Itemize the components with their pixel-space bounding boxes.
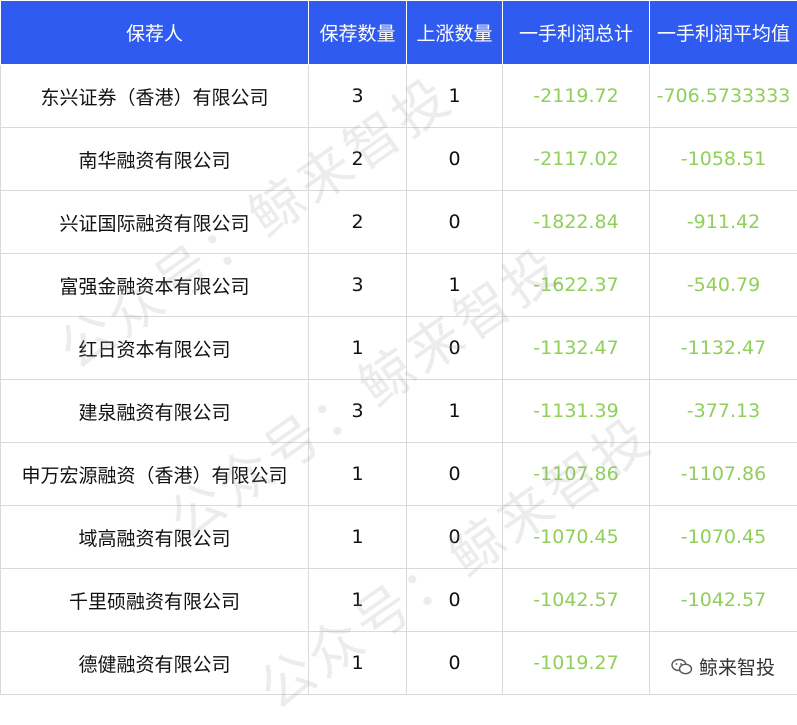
cell-profit-average: -540.79 <box>650 254 797 317</box>
table-row: 南华融资有限公司 2 0 -2117.02 -1058.51 <box>1 128 797 191</box>
header-rise-count: 上涨数量 <box>407 1 503 65</box>
cell-profit-average: -1070.45 <box>650 506 797 569</box>
logo-text: 鲸来智投 <box>699 653 775 680</box>
cell-rise: 0 <box>407 569 503 632</box>
cell-profit-average: -1058.51 <box>650 128 797 191</box>
cell-rise: 0 <box>407 632 503 695</box>
cell-count: 1 <box>309 569 407 632</box>
cell-profit-average: -911.42 <box>650 191 797 254</box>
header-row: 保荐人 保荐数量 上涨数量 一手利润总计 一手利润平均值 <box>1 1 797 65</box>
cell-rise: 0 <box>407 506 503 569</box>
table-row: 兴证国际融资有限公司 2 0 -1822.84 -911.42 <box>1 191 797 254</box>
cell-sponsor: 东兴证券（香港）有限公司 <box>1 65 309 128</box>
cell-profit-average: -706.5733333 <box>650 65 797 128</box>
cell-profit-total: -1107.86 <box>503 443 650 506</box>
header-profit-total: 一手利润总计 <box>503 1 650 65</box>
cell-profit-total: -1042.57 <box>503 569 650 632</box>
cell-rise: 1 <box>407 254 503 317</box>
table-row: 富强金融资本有限公司 3 1 -1622.37 -540.79 <box>1 254 797 317</box>
cell-rise: 0 <box>407 191 503 254</box>
cell-profit-average: -377.13 <box>650 380 797 443</box>
table-row: 建泉融资有限公司 3 1 -1131.39 -377.13 <box>1 380 797 443</box>
wechat-icon <box>671 658 693 676</box>
table-row: 千里硕融资有限公司 1 0 -1042.57 -1042.57 <box>1 569 797 632</box>
cell-profit-average: -1042.57 <box>650 569 797 632</box>
cell-rise: 1 <box>407 65 503 128</box>
cell-sponsor: 千里硕融资有限公司 <box>1 569 309 632</box>
cell-sponsor: 兴证国际融资有限公司 <box>1 191 309 254</box>
cell-profit-total: -1622.37 <box>503 254 650 317</box>
cell-rise: 0 <box>407 128 503 191</box>
cell-count: 1 <box>309 632 407 695</box>
cell-count: 1 <box>309 443 407 506</box>
cell-sponsor: 红日资本有限公司 <box>1 317 309 380</box>
profit-table: 保荐人 保荐数量 上涨数量 一手利润总计 一手利润平均值 东兴证券（香港）有限公… <box>0 0 797 695</box>
cell-rise: 0 <box>407 317 503 380</box>
header-profit-average: 一手利润平均值 <box>650 1 797 65</box>
cell-profit-total: -2117.02 <box>503 128 650 191</box>
cell-count: 2 <box>309 128 407 191</box>
cell-profit-total: -1131.39 <box>503 380 650 443</box>
cell-count: 3 <box>309 380 407 443</box>
cell-count: 3 <box>309 254 407 317</box>
cell-count: 1 <box>309 317 407 380</box>
cell-sponsor: 建泉融资有限公司 <box>1 380 309 443</box>
table-row: 红日资本有限公司 1 0 -1132.47 -1132.47 <box>1 317 797 380</box>
cell-count: 1 <box>309 506 407 569</box>
brand-logo: 鲸来智投 <box>667 651 779 682</box>
cell-rise: 1 <box>407 380 503 443</box>
cell-profit-total: -1822.84 <box>503 191 650 254</box>
cell-profit-total: -1070.45 <box>503 506 650 569</box>
cell-sponsor: 德健融资有限公司 <box>1 632 309 695</box>
cell-profit-total: -1132.47 <box>503 317 650 380</box>
cell-count: 2 <box>309 191 407 254</box>
cell-sponsor: 南华融资有限公司 <box>1 128 309 191</box>
cell-sponsor: 域高融资有限公司 <box>1 506 309 569</box>
table-row: 域高融资有限公司 1 0 -1070.45 -1070.45 <box>1 506 797 569</box>
cell-rise: 0 <box>407 443 503 506</box>
cell-profit-total: -2119.72 <box>503 65 650 128</box>
table-row: 申万宏源融资（香港）有限公司 1 0 -1107.86 -1107.86 <box>1 443 797 506</box>
header-sponsor-count: 保荐数量 <box>309 1 407 65</box>
table-row: 东兴证券（香港）有限公司 3 1 -2119.72 -706.5733333 <box>1 65 797 128</box>
cell-sponsor: 富强金融资本有限公司 <box>1 254 309 317</box>
cell-profit-total: -1019.27 <box>503 632 650 695</box>
cell-profit-average: -1107.86 <box>650 443 797 506</box>
header-sponsor: 保荐人 <box>1 1 309 65</box>
cell-profit-average: -1132.47 <box>650 317 797 380</box>
cell-sponsor: 申万宏源融资（香港）有限公司 <box>1 443 309 506</box>
cell-count: 3 <box>309 65 407 128</box>
